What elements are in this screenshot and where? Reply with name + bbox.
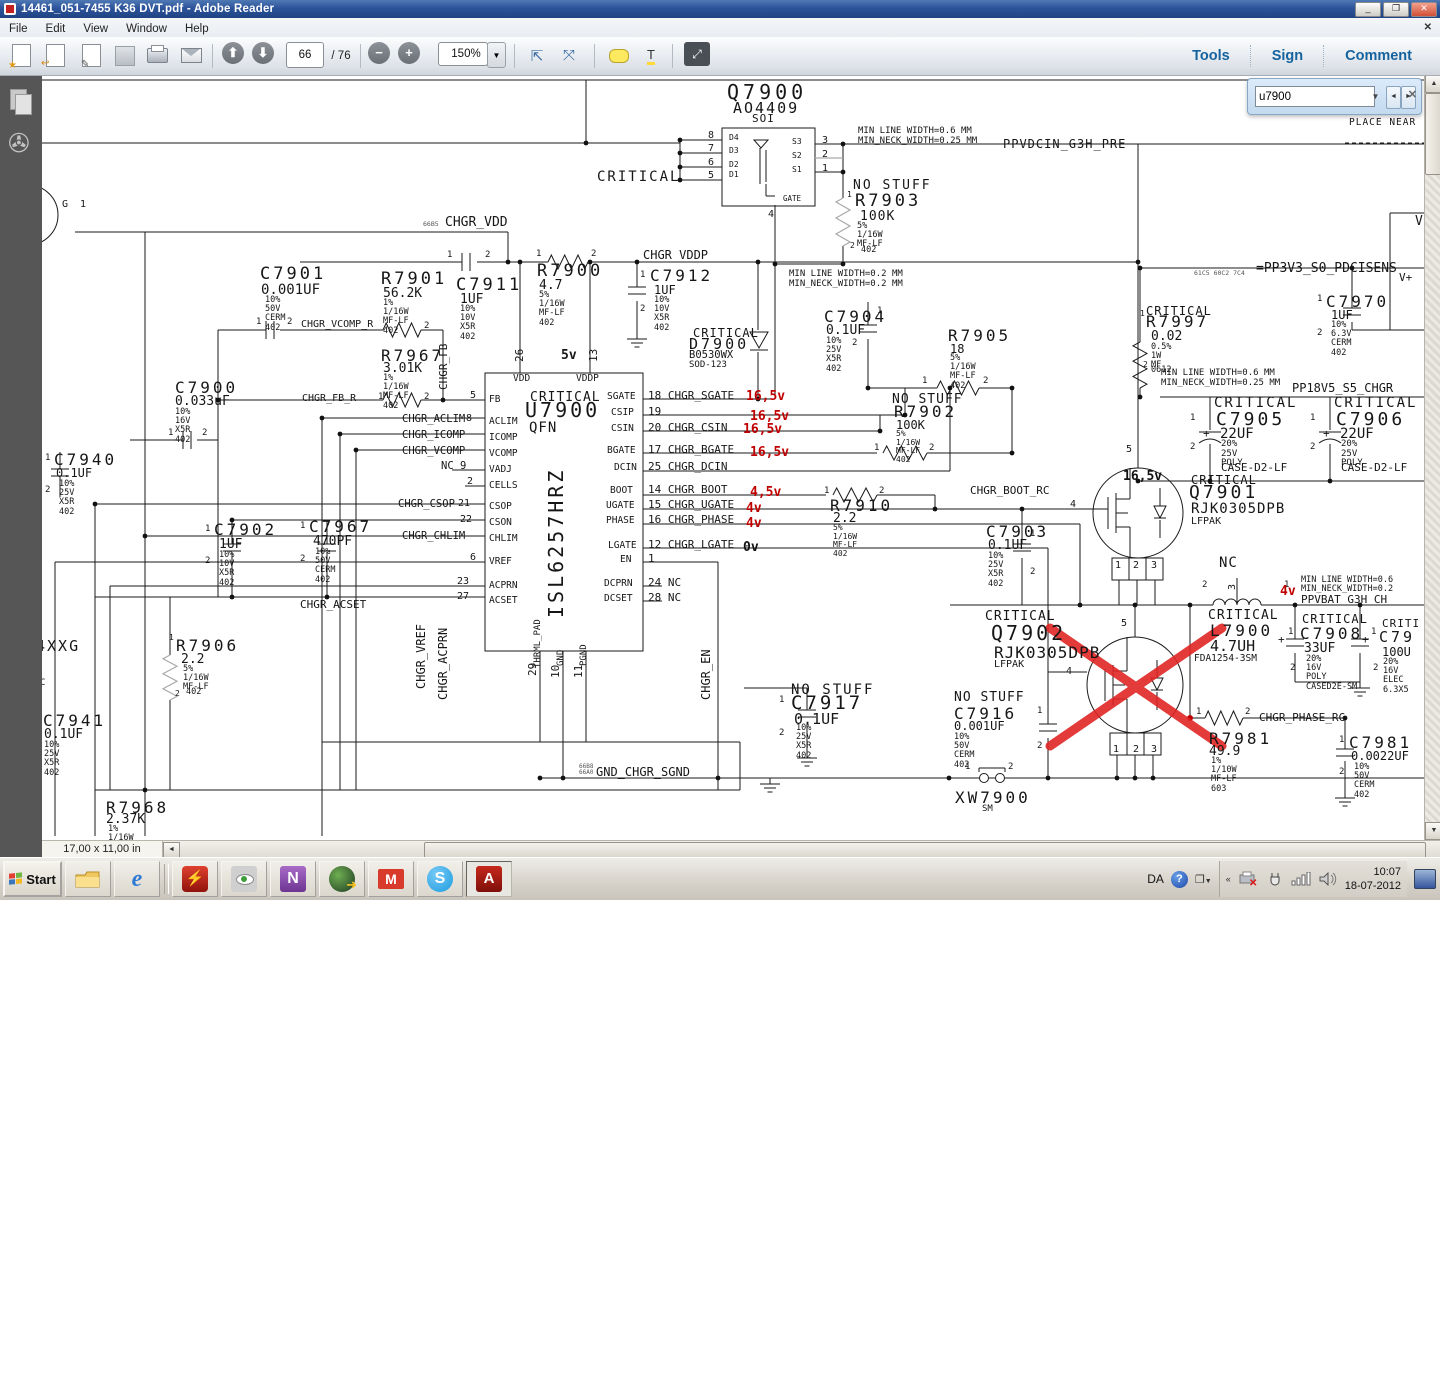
- page-count-label: / 76: [331, 49, 351, 62]
- menu-item-window[interactable]: Window: [117, 23, 176, 35]
- tab-sign[interactable]: Sign: [1252, 48, 1323, 64]
- previous-page-button[interactable]: ⬆: [222, 42, 244, 64]
- search-history-dropdown-icon[interactable]: ▼: [1369, 86, 1382, 107]
- search-input[interactable]: [1255, 86, 1375, 107]
- email-button[interactable]: [178, 42, 204, 69]
- create-pdf-button[interactable]: ★: [8, 42, 34, 71]
- restore-button[interactable]: ❐: [1383, 1, 1409, 17]
- zoom-out-button[interactable]: −: [368, 42, 390, 64]
- restore-layout-icon[interactable]: ❐▼: [1195, 873, 1212, 886]
- page-dimensions-label: 17,00 x 11,00 in: [42, 841, 163, 857]
- toolbar-separator: [212, 44, 213, 68]
- eye-viewer-icon[interactable]: [221, 861, 267, 897]
- tab-tools[interactable]: Tools: [1172, 48, 1250, 64]
- next-page-button[interactable]: ⬇: [252, 42, 274, 64]
- volume-icon[interactable]: [1319, 872, 1337, 886]
- fullscreen-button[interactable]: ⤢: [684, 42, 710, 66]
- internet-explorer-icon[interactable]: e: [114, 861, 160, 897]
- close-button[interactable]: ✕: [1411, 1, 1437, 17]
- power-plug-icon[interactable]: [1267, 871, 1283, 887]
- navigation-pane: ✇: [0, 75, 42, 857]
- zoom-level-value[interactable]: 150%: [438, 42, 488, 66]
- sticky-note-button[interactable]: [606, 42, 632, 69]
- tab-comment[interactable]: Comment: [1325, 48, 1432, 64]
- scroll-up-icon[interactable]: ▲: [1425, 75, 1440, 93]
- attachments-icon[interactable]: ✇: [8, 131, 32, 159]
- find-bar: ▼ ◄ ► ✕: [1247, 78, 1422, 115]
- save-button[interactable]: [112, 42, 138, 69]
- network-signal-icon[interactable]: [1291, 872, 1311, 886]
- fit-page-button[interactable]: ⤧: [556, 42, 582, 69]
- sign-document-button[interactable]: ✎: [78, 42, 104, 70]
- toolbar-separator: [672, 44, 673, 68]
- find-close-icon[interactable]: ✕: [1408, 88, 1417, 101]
- title-bar[interactable]: 14461_051-7455 K36 DVT.pdf - Adobe Reade…: [0, 0, 1440, 18]
- highlight-text-button[interactable]: T: [638, 42, 664, 69]
- zoom-in-button[interactable]: +: [398, 42, 420, 64]
- windows-logo-icon: [9, 872, 23, 885]
- menu-item-edit[interactable]: Edit: [37, 23, 75, 35]
- chevron-up-icon[interactable]: «: [1226, 874, 1231, 884]
- adobe-reader-taskbar-icon[interactable]: A: [466, 861, 512, 897]
- menu-item-view[interactable]: View: [74, 23, 117, 35]
- onenote-icon[interactable]: N: [270, 861, 316, 897]
- export-button[interactable]: ↩: [41, 42, 68, 69]
- pdf-file-icon: [4, 3, 16, 15]
- fit-width-button[interactable]: ⇱: [524, 42, 550, 69]
- status-bar: 17,00 x 11,00 in ◄: [42, 840, 1440, 859]
- gmail-icon[interactable]: M: [368, 861, 414, 897]
- pdf-page[interactable]: [42, 75, 1424, 840]
- show-desktop-icon[interactable]: [1414, 869, 1436, 889]
- vertical-scrollbar[interactable]: ▲ ▼: [1424, 75, 1440, 840]
- skype-icon[interactable]: S: [417, 861, 463, 897]
- download-globe-icon[interactable]: ➜: [319, 861, 365, 897]
- toolbar-separator: [514, 44, 515, 68]
- printer-error-icon[interactable]: ✕: [1239, 871, 1259, 887]
- tray-time[interactable]: 10:07: [1373, 866, 1401, 878]
- quick-launch-separator: [164, 864, 169, 894]
- toolbar-separator: [360, 44, 361, 68]
- minimize-button[interactable]: _: [1355, 1, 1381, 17]
- page-thumbnails-icon[interactable]: [8, 89, 32, 117]
- media-app-icon[interactable]: ⚡: [172, 861, 218, 897]
- print-button[interactable]: [144, 42, 170, 69]
- find-previous-button[interactable]: ◄: [1386, 86, 1401, 109]
- window-title: 14461_051-7455 K36 DVT.pdf - Adobe Reade…: [21, 3, 275, 15]
- main-toolbar: ★ ↩ ✎ ⬆ ⬇ / 76 − + 150% ▼ ⇱ ⤧ T ⤢ ToolsS…: [0, 37, 1440, 76]
- menu-item-file[interactable]: File: [0, 23, 37, 35]
- menu-item-help[interactable]: Help: [176, 23, 218, 35]
- tray-date[interactable]: 18-07-2012: [1345, 880, 1401, 892]
- toolbar-separator: [594, 44, 595, 68]
- svg-text:✕: ✕: [1249, 878, 1257, 887]
- page-number-input[interactable]: [286, 42, 324, 68]
- start-button[interactable]: Start: [3, 861, 62, 897]
- help-tray-icon[interactable]: ?: [1170, 870, 1188, 888]
- vertical-scroll-thumb[interactable]: [1425, 93, 1440, 175]
- close-find-icon[interactable]: ✕: [1424, 22, 1440, 33]
- menu-bar: File Edit View Window Help ✕: [0, 18, 1440, 38]
- language-indicator[interactable]: DA: [1147, 872, 1164, 886]
- zoom-dropdown-arrow[interactable]: ▼: [487, 42, 506, 68]
- scroll-down-icon[interactable]: ▼: [1425, 822, 1440, 840]
- file-explorer-icon[interactable]: [65, 861, 111, 897]
- clock: 10:07 18-07-2012: [1345, 865, 1401, 894]
- windows-taskbar: Start e ⚡ N ➜ M S A DA ? ❐▼ « ✕ 10:07 18…: [0, 857, 1440, 900]
- adobe-reader-window: 14461_051-7455 K36 DVT.pdf - Adobe Reade…: [0, 0, 1440, 1400]
